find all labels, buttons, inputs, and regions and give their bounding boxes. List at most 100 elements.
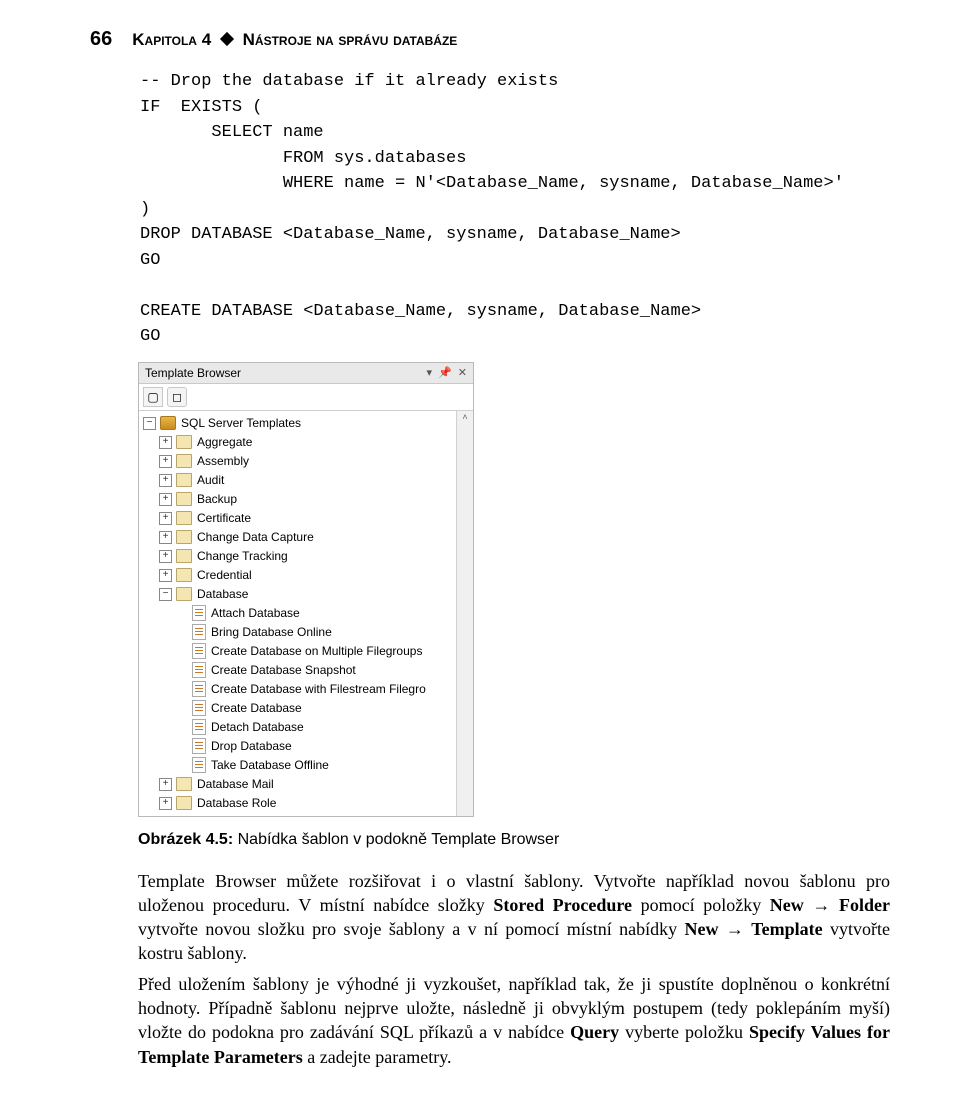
- tree-folder[interactable]: + Assembly: [139, 452, 456, 471]
- tree-item-label: Bring Database Online: [211, 625, 332, 639]
- figure-template-browser: Template Browser ▾ 📌 ✕ ▢ ◻ − SQL Server T…: [138, 362, 890, 817]
- file-icon: [192, 681, 206, 697]
- folder-icon: [176, 435, 192, 449]
- tree-folder[interactable]: + Backup: [139, 490, 456, 509]
- tree-item-label: Change Data Capture: [197, 530, 314, 544]
- pin-icon[interactable]: 📌: [438, 366, 452, 379]
- expander-icon[interactable]: +: [159, 512, 172, 525]
- figure-caption: Obrázek 4.5: Nabídka šablon v podokně Te…: [138, 831, 890, 849]
- tree-folder-expanded[interactable]: −Database: [139, 585, 456, 604]
- tree-root[interactable]: − SQL Server Templates: [139, 414, 456, 433]
- folder-icon: [176, 777, 192, 791]
- tree-template-item[interactable]: Bring Database Online: [139, 623, 456, 642]
- p2-bold-1: Query: [570, 1022, 619, 1042]
- expander-icon[interactable]: +: [159, 778, 172, 791]
- folder-icon: [176, 492, 192, 506]
- tree-template-item[interactable]: Create Database Snapshot: [139, 661, 456, 680]
- chapter-heading: Kapitola 4 Nástroje na správu databáze: [132, 30, 457, 50]
- p1-bold-3: Folder: [839, 895, 890, 915]
- p1-text-d: vytvořte novou složku pro svoje šablony …: [138, 919, 685, 939]
- tree-template-item[interactable]: Detach Database: [139, 718, 456, 737]
- file-icon: [192, 700, 206, 716]
- tree-item-label: Create Database on Multiple Filegroups: [211, 644, 422, 658]
- diamond-icon: [220, 32, 234, 46]
- expander-icon[interactable]: +: [159, 455, 172, 468]
- tree-template-item[interactable]: Create Database: [139, 699, 456, 718]
- tree-item-label: Credential: [197, 568, 252, 582]
- toolbar-icon-2[interactable]: ◻: [167, 387, 187, 407]
- tree-folder[interactable]: + Aggregate: [139, 433, 456, 452]
- scrollbar[interactable]: ˄: [456, 411, 473, 816]
- file-icon: [192, 662, 206, 678]
- tree-item-label: Assembly: [197, 454, 249, 468]
- p2-text-c: a zadejte parametry.: [303, 1047, 452, 1067]
- file-icon: [192, 605, 206, 621]
- dropdown-icon[interactable]: ▾: [427, 366, 433, 379]
- template-browser-title: Template Browser: [145, 366, 241, 380]
- tree-item-label: Take Database Offline: [211, 758, 329, 772]
- file-icon: [192, 643, 206, 659]
- figure-caption-text: Nabídka šablon v podokně Template Browse…: [238, 831, 560, 848]
- folder-icon: [176, 511, 192, 525]
- p2-text-b: vyberte položku: [619, 1022, 749, 1042]
- scroll-up-icon[interactable]: ˄: [462, 411, 467, 424]
- tree-template-item[interactable]: Drop Database: [139, 737, 456, 756]
- expander-icon[interactable]: +: [159, 569, 172, 582]
- tree-item-label: Create Database: [211, 701, 302, 715]
- tree-item-label: Create Database Snapshot: [211, 663, 356, 677]
- folder-icon: [176, 549, 192, 563]
- template-browser-titlebar[interactable]: Template Browser ▾ 📌 ✕: [139, 363, 473, 384]
- tree-template-item[interactable]: Create Database with Filestream Filegro: [139, 680, 456, 699]
- p1-bold-5: Template: [751, 919, 822, 939]
- template-browser-window: Template Browser ▾ 📌 ✕ ▢ ◻ − SQL Server T…: [138, 362, 474, 817]
- tree-folder[interactable]: + Change Data Capture: [139, 528, 456, 547]
- tree-folder[interactable]: + Certificate: [139, 509, 456, 528]
- chapter-title-text: Nástroje na správu databáze: [243, 30, 458, 49]
- expander-icon[interactable]: −: [159, 588, 172, 601]
- expander-icon[interactable]: −: [143, 417, 156, 430]
- expander-icon[interactable]: +: [159, 797, 172, 810]
- tree-item-label: Create Database with Filestream Filegro: [211, 682, 426, 696]
- arrow-icon: →: [719, 919, 752, 939]
- expander-icon[interactable]: +: [159, 493, 172, 506]
- tree-item-label: Database Role: [197, 796, 276, 810]
- p1-bold-4: New: [685, 919, 719, 939]
- tree-item-label: Drop Database: [211, 739, 292, 753]
- tree-folder[interactable]: +Audit: [139, 471, 456, 490]
- p1-text-c: pomocí položky: [632, 895, 770, 915]
- server-icon: [160, 416, 176, 430]
- tree-folder[interactable]: +Database Mail: [139, 775, 456, 794]
- file-icon: [192, 738, 206, 754]
- folder-icon: [176, 796, 192, 810]
- tree-template-item[interactable]: Attach Database: [139, 604, 456, 623]
- expander-icon[interactable]: +: [159, 436, 172, 449]
- tree-template-item[interactable]: Take Database Offline: [139, 756, 456, 775]
- close-icon[interactable]: ✕: [458, 366, 467, 379]
- page-header: 66 Kapitola 4 Nástroje na správu databáz…: [90, 28, 890, 51]
- tree-folder[interactable]: + Change Tracking: [139, 547, 456, 566]
- tree-item-label: Backup: [197, 492, 237, 506]
- toolbar-icon-1[interactable]: ▢: [143, 387, 163, 407]
- template-browser-toolbar: ▢ ◻: [139, 384, 473, 411]
- tree-folder[interactable]: + Credential: [139, 566, 456, 585]
- tree-item-label: Aggregate: [197, 435, 252, 449]
- p1-bold-1: Stored Procedure: [493, 895, 632, 915]
- folder-icon: [176, 473, 192, 487]
- template-tree[interactable]: − SQL Server Templates + Aggregate + Assembly…: [139, 411, 456, 816]
- expander-icon[interactable]: +: [159, 474, 172, 487]
- page-number: 66: [90, 28, 112, 51]
- folder-icon: [176, 587, 192, 601]
- expander-icon[interactable]: +: [159, 550, 172, 563]
- tree-item-label: Change Tracking: [197, 549, 288, 563]
- tree-item-label: SQL Server Templates: [181, 416, 301, 430]
- figure-caption-label: Obrázek 4.5:: [138, 831, 233, 848]
- tree-folder[interactable]: + Database Role: [139, 794, 456, 813]
- paragraph-1: Template Browser můžete rozšiřovat i o v…: [138, 869, 890, 966]
- folder-icon: [176, 568, 192, 582]
- expander-icon[interactable]: +: [159, 531, 172, 544]
- chapter-label: Kapitola 4: [132, 30, 211, 49]
- folder-icon: [176, 454, 192, 468]
- tree-template-item[interactable]: Create Database on Multiple Filegroups: [139, 642, 456, 661]
- file-icon: [192, 624, 206, 640]
- tree-item-label: Certificate: [197, 511, 251, 525]
